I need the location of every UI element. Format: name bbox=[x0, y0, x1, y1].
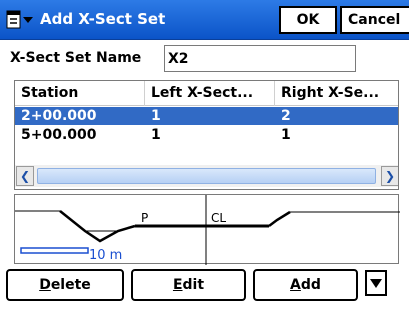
cell-left-xsect: 1 bbox=[151, 127, 161, 143]
xsect-profile-preview: P CL 10 m bbox=[14, 194, 400, 265]
delete-button[interactable]: Delete bbox=[6, 269, 124, 301]
edit-button[interactable]: Edit bbox=[131, 269, 246, 301]
column-header-right-xsect[interactable]: Right X-Se... bbox=[275, 81, 398, 106]
cell-station: 2+00.000 bbox=[21, 108, 97, 124]
scroll-left-icon[interactable]: ❮ bbox=[16, 166, 34, 186]
window-menu-icon[interactable] bbox=[6, 9, 36, 31]
table-row[interactable]: 2+00.000 1 2 bbox=[15, 107, 398, 125]
ok-button[interactable]: OK bbox=[279, 6, 337, 34]
more-options-icon[interactable] bbox=[365, 270, 387, 296]
left-ditch-profile bbox=[59, 210, 136, 243]
label-cl: CL bbox=[211, 211, 226, 225]
set-name-input[interactable] bbox=[164, 45, 356, 72]
label-p: P bbox=[141, 211, 148, 225]
horizontal-scrollbar[interactable]: ❮ ❯ bbox=[15, 165, 398, 187]
right-slope bbox=[268, 210, 291, 227]
table-row[interactable]: 5+00.000 1 1 bbox=[15, 126, 398, 144]
edit-label: Edit bbox=[172, 277, 205, 293]
column-header-station[interactable]: Station bbox=[15, 81, 145, 106]
cell-left-xsect: 1 bbox=[151, 108, 161, 124]
cell-station: 5+00.000 bbox=[21, 127, 97, 143]
title-bar: Add X-Sect Set OK Cancel bbox=[0, 0, 409, 40]
cell-right-xsect: 1 bbox=[281, 127, 291, 143]
scroll-right-icon[interactable]: ❯ bbox=[381, 166, 398, 186]
window-title: Add X-Sect Set bbox=[40, 10, 166, 28]
xsect-table: Station Left X-Sect... Right X-Se... 2+0… bbox=[14, 80, 399, 190]
add-label: Add bbox=[290, 277, 321, 293]
scrollbar-thumb[interactable] bbox=[37, 168, 376, 184]
cancel-button[interactable]: Cancel bbox=[340, 6, 409, 34]
column-header-left-xsect[interactable]: Left X-Sect... bbox=[145, 81, 275, 106]
scale-bar bbox=[20, 247, 89, 254]
table-header: Station Left X-Sect... Right X-Se... bbox=[15, 81, 398, 106]
delete-label: Delete bbox=[39, 277, 91, 293]
add-button[interactable]: Add bbox=[253, 269, 358, 301]
set-name-label: X-Sect Set Name bbox=[10, 50, 142, 66]
cell-right-xsect: 2 bbox=[281, 108, 291, 124]
scale-label: 10 m bbox=[89, 248, 122, 263]
